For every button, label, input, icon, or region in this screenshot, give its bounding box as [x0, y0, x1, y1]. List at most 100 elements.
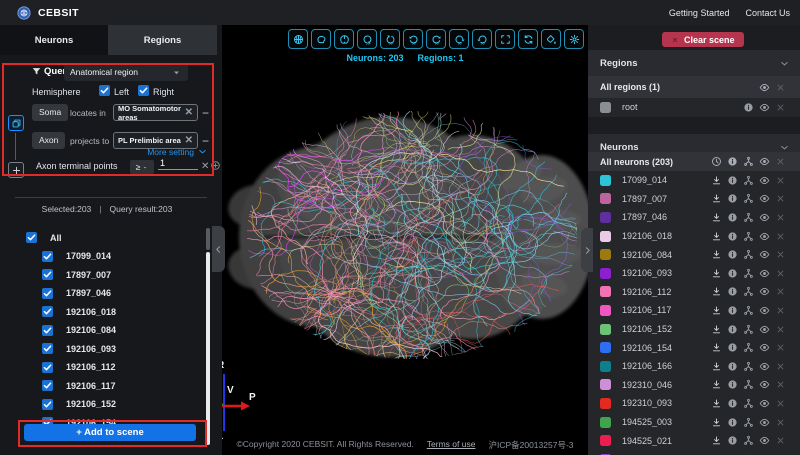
branch-icon[interactable] — [743, 361, 754, 372]
eye-icon[interactable] — [759, 286, 770, 297]
color-swatch[interactable] — [600, 231, 611, 242]
tab-neurons[interactable]: Neurons — [0, 25, 108, 55]
download-icon[interactable] — [711, 286, 722, 297]
branch-icon[interactable] — [743, 268, 754, 279]
color-swatch[interactable] — [600, 193, 611, 204]
add-to-scene-button[interactable]: + Add to scene — [24, 424, 196, 441]
more-setting-link[interactable]: More setting — [147, 146, 208, 157]
eye-icon[interactable] — [759, 156, 770, 167]
info-icon[interactable] — [727, 305, 738, 316]
color-swatch[interactable] — [600, 305, 611, 316]
eye-icon[interactable] — [759, 324, 770, 335]
terms-of-use-link[interactable]: Terms of use — [427, 439, 476, 451]
info-icon[interactable] — [727, 231, 738, 242]
download-icon[interactable] — [711, 324, 722, 335]
eye-icon[interactable] — [759, 231, 770, 242]
eye-icon[interactable] — [759, 268, 770, 279]
eye-icon[interactable] — [759, 379, 770, 390]
eye-icon[interactable] — [759, 82, 770, 93]
eye-icon[interactable] — [759, 212, 770, 223]
clear-filter-icon[interactable]: ✕ — [201, 162, 209, 172]
brain-coronal-button[interactable] — [334, 29, 354, 49]
checkbox-checked[interactable] — [42, 288, 53, 299]
download-icon[interactable] — [711, 398, 722, 409]
download-icon[interactable] — [711, 249, 722, 260]
download-icon[interactable] — [711, 212, 722, 223]
info-icon[interactable] — [727, 193, 738, 204]
info-icon[interactable] — [727, 435, 738, 446]
info-icon[interactable] — [727, 286, 738, 297]
collapse-left-panel-handle[interactable] — [212, 226, 225, 272]
color-swatch[interactable] — [600, 175, 611, 186]
info-icon[interactable] — [727, 156, 738, 167]
download-icon[interactable] — [711, 361, 722, 372]
close-icon[interactable] — [775, 102, 786, 113]
background-color-button[interactable] — [541, 29, 561, 49]
close-icon[interactable] — [775, 231, 786, 242]
close-icon[interactable] — [775, 417, 786, 428]
collapse-right-panel-handle[interactable] — [581, 228, 593, 272]
clear-axon-region-icon[interactable]: ✕ — [185, 136, 193, 146]
eye-icon[interactable] — [759, 342, 770, 353]
nav-contact-us-link[interactable]: Contact Us — [745, 8, 790, 18]
color-swatch[interactable] — [600, 212, 611, 223]
hemisphere-left-checkbox[interactable] — [99, 85, 110, 96]
eye-icon[interactable] — [759, 435, 770, 446]
rotate-yaw-left-90-button[interactable]: 90 — [403, 29, 423, 49]
branch-icon[interactable] — [743, 342, 754, 353]
color-swatch[interactable] — [600, 102, 611, 113]
panel-scrollbar-thumb[interactable] — [206, 228, 210, 250]
color-swatch[interactable] — [600, 342, 611, 353]
hemisphere-right-checkbox[interactable] — [138, 85, 149, 96]
info-icon[interactable] — [727, 249, 738, 260]
eye-icon[interactable] — [759, 305, 770, 316]
eye-icon[interactable] — [759, 417, 770, 428]
download-icon[interactable] — [711, 305, 722, 316]
close-icon[interactable] — [775, 324, 786, 335]
eye-icon[interactable] — [759, 175, 770, 186]
info-icon[interactable] — [727, 361, 738, 372]
query-type-dropdown[interactable]: Anatomical region — [64, 63, 188, 81]
branch-icon[interactable] — [743, 212, 754, 223]
color-swatch[interactable] — [600, 379, 611, 390]
download-icon[interactable] — [711, 342, 722, 353]
close-icon[interactable] — [775, 175, 786, 186]
section-header-regions[interactable]: Regions — [588, 50, 800, 76]
info-icon[interactable] — [743, 102, 754, 113]
branch-icon[interactable] — [743, 193, 754, 204]
brain-sagittal-button[interactable] — [311, 29, 331, 49]
rotate-yaw-right-90-button[interactable]: 90 — [426, 29, 446, 49]
color-swatch[interactable] — [600, 268, 611, 279]
download-icon[interactable] — [711, 435, 722, 446]
close-icon[interactable] — [775, 435, 786, 446]
clock-icon[interactable] — [711, 156, 722, 167]
list-scrollbar-thumb[interactable] — [206, 252, 210, 445]
color-swatch[interactable] — [600, 324, 611, 335]
clause-subject-soma[interactable]: Soma — [32, 104, 68, 121]
checkbox-checked[interactable] — [42, 343, 53, 354]
eye-icon[interactable] — [759, 398, 770, 409]
branch-icon[interactable] — [743, 324, 754, 335]
terminal-points-input[interactable] — [158, 158, 198, 170]
close-icon[interactable] — [775, 305, 786, 316]
color-swatch[interactable] — [600, 249, 611, 260]
close-icon[interactable] — [775, 268, 786, 279]
settings-button[interactable] — [564, 29, 584, 49]
download-icon[interactable] — [711, 268, 722, 279]
info-icon[interactable] — [727, 379, 738, 390]
rotate-up-90-button[interactable]: 90 — [380, 29, 400, 49]
fit-screen-button[interactable] — [495, 29, 515, 49]
branch-icon[interactable] — [743, 175, 754, 186]
branch-icon[interactable] — [743, 379, 754, 390]
clause-subject-axon[interactable]: Axon — [32, 132, 65, 149]
add-clause-button[interactable] — [8, 162, 24, 178]
close-icon[interactable] — [775, 212, 786, 223]
branch-icon[interactable] — [743, 286, 754, 297]
close-icon[interactable] — [775, 286, 786, 297]
info-icon[interactable] — [727, 175, 738, 186]
operator-dropdown[interactable]: ≥ — [130, 160, 154, 174]
remove-clause-icon[interactable]: − — [202, 107, 209, 119]
download-icon[interactable] — [711, 417, 722, 428]
checkbox-checked[interactable] — [42, 362, 53, 373]
info-icon[interactable] — [727, 212, 738, 223]
